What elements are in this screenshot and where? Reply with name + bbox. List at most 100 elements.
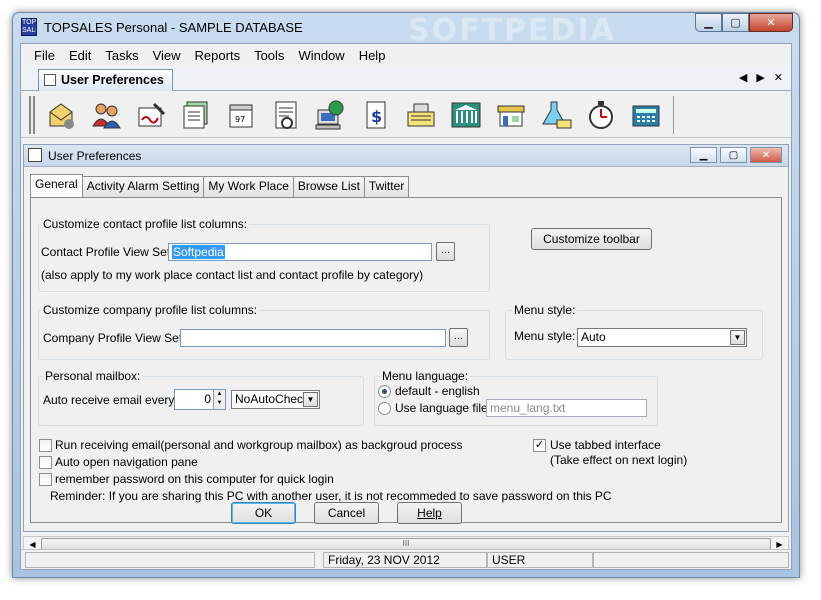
cash-register-icon[interactable] bbox=[401, 95, 441, 135]
company-view-set-field[interactable] bbox=[180, 329, 446, 347]
document-icon bbox=[44, 74, 56, 86]
default-language-radio[interactable] bbox=[378, 385, 391, 398]
background-email-checkbox[interactable] bbox=[39, 439, 52, 452]
document-tab-strip: User Preferences ◀ ▶ ✕ bbox=[21, 66, 791, 91]
letter-icon[interactable] bbox=[266, 95, 306, 135]
toolbar: 97 $ bbox=[21, 92, 791, 138]
auto-open-nav-checkbox[interactable] bbox=[39, 456, 52, 469]
child-close-button[interactable]: ✕ bbox=[750, 147, 782, 163]
child-title-bar[interactable]: User Preferences ▁ ▢ ✕ bbox=[24, 145, 788, 167]
contact-columns-legend: Customize contact profile list columns: bbox=[41, 217, 250, 231]
tab-twitter[interactable]: Twitter bbox=[363, 176, 410, 197]
calendar-stack-icon[interactable] bbox=[176, 95, 216, 135]
close-doc-icon[interactable]: ✕ bbox=[774, 71, 783, 84]
contact-view-set-field[interactable]: Softpedia bbox=[168, 243, 432, 261]
auto-receive-label: Auto receive email every: bbox=[43, 393, 178, 407]
close-button[interactable]: ✕ bbox=[749, 13, 793, 32]
title-bar[interactable]: TOP SALES TOPSALES Personal - SAMPLE DAT… bbox=[13, 13, 799, 48]
client-area: File Edit Tasks View Reports Tools Windo… bbox=[20, 43, 792, 570]
status-panel-empty bbox=[25, 552, 315, 568]
auto-receive-unit-select[interactable]: NoAutoChec ▼ bbox=[231, 390, 320, 409]
child-window: User Preferences ▁ ▢ ✕ General Activity … bbox=[23, 144, 789, 532]
menu-file[interactable]: File bbox=[27, 48, 62, 63]
doc-tab-user-preferences[interactable]: User Preferences bbox=[38, 69, 173, 91]
main-window: TOP SALES TOPSALES Personal - SAMPLE DAT… bbox=[12, 12, 800, 578]
close-icon: ✕ bbox=[761, 149, 771, 161]
child-window-icon bbox=[28, 148, 42, 162]
menu-bar: File Edit Tasks View Reports Tools Windo… bbox=[21, 44, 791, 66]
menu-help[interactable]: Help bbox=[352, 48, 393, 63]
calendar-icon[interactable]: 97 bbox=[221, 95, 261, 135]
signature-icon[interactable] bbox=[131, 95, 171, 135]
default-language-label: default - english bbox=[395, 384, 480, 398]
contact-view-set-browse-button[interactable]: ... bbox=[436, 242, 455, 261]
company-view-set-browse-button[interactable]: ... bbox=[449, 328, 468, 347]
ok-button[interactable]: OK bbox=[231, 502, 296, 524]
check-icon: ✓ bbox=[534, 439, 545, 451]
child-window-title: User Preferences bbox=[48, 149, 142, 163]
mail-icon[interactable] bbox=[41, 95, 81, 135]
calculator-icon[interactable] bbox=[626, 95, 666, 135]
bank-icon[interactable] bbox=[446, 95, 486, 135]
menu-view[interactable]: View bbox=[146, 48, 188, 63]
tab-strip: General Activity Alarm Setting My Work P… bbox=[30, 174, 410, 197]
customize-toolbar-button[interactable]: Customize toolbar bbox=[531, 228, 652, 250]
maximize-icon: ▢ bbox=[730, 17, 741, 29]
close-icon: ✕ bbox=[766, 17, 776, 29]
tabbed-interface-label: Use tabbed interface bbox=[550, 438, 661, 452]
lab-icon[interactable] bbox=[536, 95, 576, 135]
tab-my-work-place[interactable]: My Work Place bbox=[203, 176, 294, 197]
tab-activity-alarm-setting[interactable]: Activity Alarm Setting bbox=[81, 176, 205, 197]
tabbed-interface-note: (Take effect on next login) bbox=[550, 453, 688, 467]
stopwatch-icon[interactable] bbox=[581, 95, 621, 135]
reminder-text: Reminder: If you are sharing this PC wit… bbox=[50, 489, 612, 503]
contacts-icon[interactable] bbox=[86, 95, 126, 135]
svg-text:97: 97 bbox=[235, 115, 245, 124]
auto-receive-spinner[interactable]: 0 ▲ ▼ bbox=[174, 389, 226, 410]
restore-icon: ▢ bbox=[728, 149, 739, 161]
tab-general[interactable]: General bbox=[30, 174, 83, 197]
status-date: Friday, 23 NOV 2012 bbox=[323, 552, 487, 568]
status-bar: Friday, 23 NOV 2012 USER bbox=[21, 549, 791, 569]
minimize-button[interactable]: ▁ bbox=[695, 13, 722, 32]
contact-view-set-label: Contact Profile View Set: bbox=[41, 245, 174, 259]
dollar-doc-icon[interactable]: $ bbox=[356, 95, 396, 135]
menu-style-select[interactable]: Auto ▼ bbox=[577, 328, 747, 347]
scroll-right-icon[interactable]: ▶ bbox=[756, 71, 764, 84]
tabbed-interface-checkbox[interactable]: ✓ bbox=[533, 439, 546, 452]
app-icon: TOP SALES bbox=[21, 18, 37, 36]
status-panel-extra bbox=[593, 552, 789, 568]
toolbar-grip[interactable] bbox=[29, 95, 35, 134]
child-restore-button[interactable]: ▢ bbox=[720, 147, 747, 163]
contact-note: (also apply to my work place contact lis… bbox=[41, 268, 424, 282]
menu-tools[interactable]: Tools bbox=[247, 48, 291, 63]
spin-down-icon[interactable]: ▼ bbox=[213, 399, 225, 409]
status-user: USER bbox=[487, 552, 593, 568]
shop-icon[interactable] bbox=[491, 95, 531, 135]
menu-style-label: Menu style: bbox=[514, 329, 576, 343]
menu-reports[interactable]: Reports bbox=[188, 48, 248, 63]
tab-browse-list[interactable]: Browse List bbox=[292, 176, 365, 197]
menu-style-legend: Menu style: bbox=[512, 303, 578, 317]
menu-language-legend: Menu language: bbox=[380, 369, 471, 383]
computer-globe-icon[interactable] bbox=[311, 95, 351, 135]
maximize-button[interactable]: ▢ bbox=[722, 13, 749, 32]
minimize-icon: ▁ bbox=[704, 17, 713, 29]
language-file-radio[interactable] bbox=[378, 402, 391, 415]
background-email-label: Run receiving email(personal and workgro… bbox=[55, 438, 463, 452]
dropdown-arrow-icon: ▼ bbox=[303, 392, 318, 407]
cancel-button[interactable]: Cancel bbox=[314, 502, 379, 524]
auto-open-nav-label: Auto open navigation pane bbox=[55, 455, 198, 469]
menu-edit[interactable]: Edit bbox=[62, 48, 98, 63]
help-button[interactable]: Help bbox=[397, 502, 462, 524]
menu-window[interactable]: Window bbox=[291, 48, 351, 63]
remember-password-checkbox[interactable] bbox=[39, 473, 52, 486]
window-title: TOPSALES Personal - SAMPLE DATABASE bbox=[44, 20, 303, 35]
personal-mailbox-legend: Personal mailbox: bbox=[43, 369, 143, 383]
minimize-icon: ▁ bbox=[699, 149, 708, 161]
language-file-field[interactable]: menu_lang.txt bbox=[486, 399, 647, 417]
doc-tab-label: User Preferences bbox=[61, 73, 164, 87]
child-minimize-button[interactable]: ▁ bbox=[690, 147, 717, 163]
menu-tasks[interactable]: Tasks bbox=[98, 48, 145, 63]
scroll-left-icon[interactable]: ◀ bbox=[739, 71, 747, 84]
